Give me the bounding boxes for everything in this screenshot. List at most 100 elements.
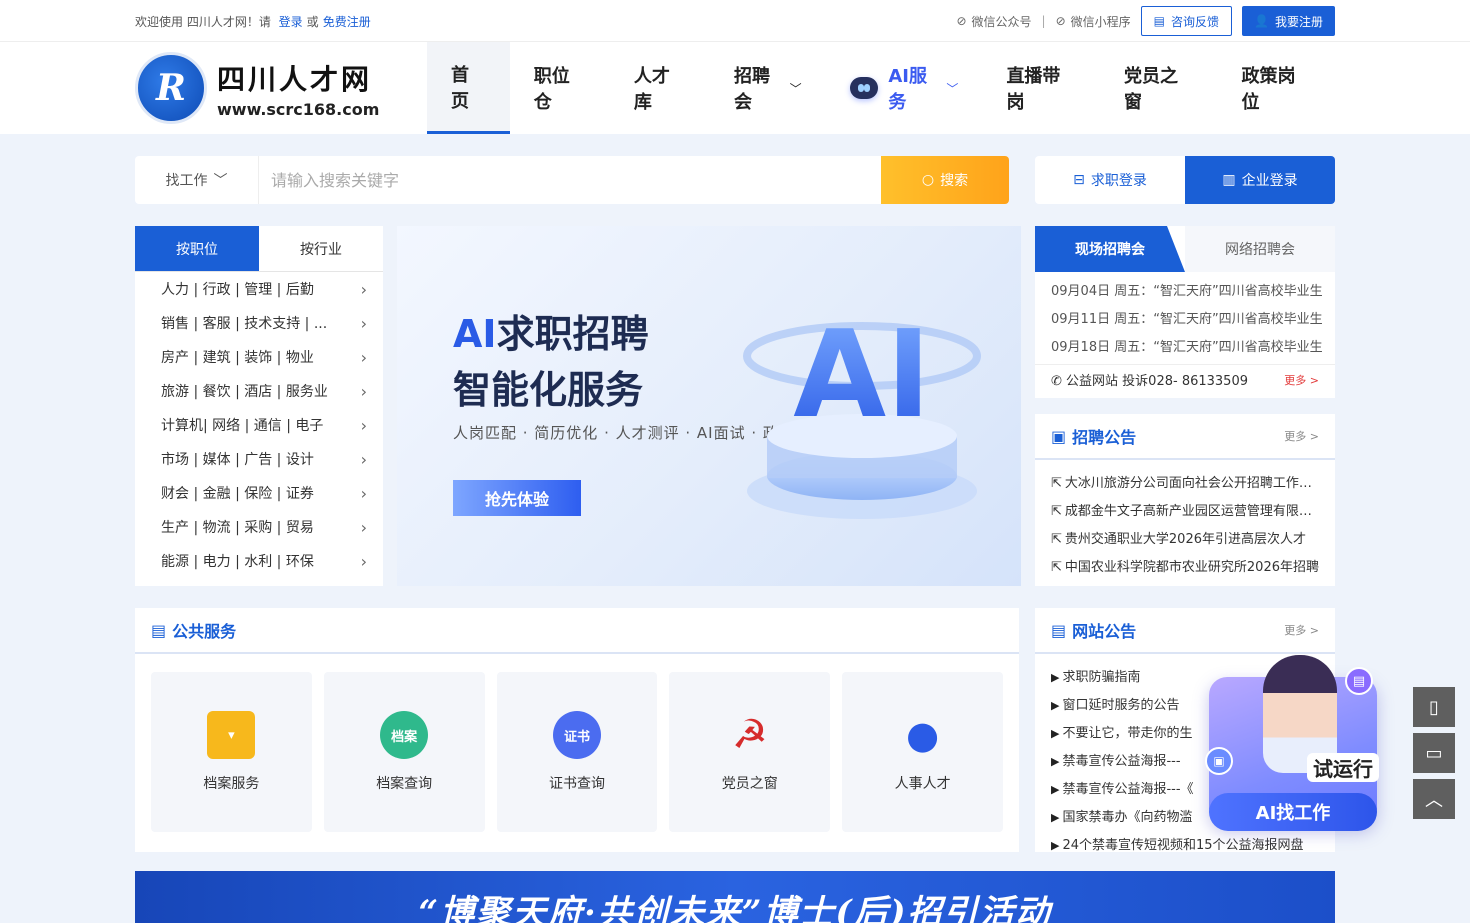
person-icon: ● [905, 713, 940, 757]
nav-live-jobs[interactable]: 直播带岗 [982, 42, 1100, 134]
nav-ai-service[interactable]: AI服务 ﹀ [826, 42, 983, 134]
site-more-link[interactable]: 更多 > [1284, 622, 1319, 638]
triangle-right-icon: ▶ [1051, 755, 1060, 768]
triangle-right-icon: ▶ [1051, 839, 1060, 852]
notice-item[interactable]: ⇱ 成都金牛文子高新产业园区运营管理有限公司 [1051, 498, 1319, 526]
service-personnel[interactable]: ● 人事人才 [842, 672, 1003, 832]
chevron-right-icon: › [360, 279, 367, 299]
notice-item[interactable]: ▶ 24个禁毒宣传短视频和15个公益海报网盘 [1051, 832, 1319, 860]
doctor-recruit-banner[interactable]: “博聚天府·共创未来”博士(后)招引活动 [135, 871, 1335, 923]
search-type-select[interactable]: 找工作 ﹀ [135, 156, 259, 204]
category-item[interactable]: 能源 | 电力 | 水利 | 环保 › [135, 544, 383, 578]
category-item[interactable]: 生产 | 物流 | 采购 | 贸易 › [135, 510, 383, 544]
category-item[interactable]: 旅游 | 餐饮 | 酒店 | 服务业 › [135, 374, 383, 408]
message-icon: ▤ [1153, 14, 1166, 28]
mini-program-icon: ⊘ [1055, 14, 1066, 28]
free-register-link[interactable]: 免费注册 [323, 15, 371, 29]
briefcase-icon: ▣ [1205, 747, 1233, 775]
category-item[interactable]: 销售 | 客服 | 技术支持 | ... › [135, 306, 383, 340]
archive-search-icon: 档案 [380, 711, 429, 759]
service-certificate-query[interactable]: 证书 证书查询 [496, 672, 658, 832]
notice-item[interactable]: ⇱ 贵州交通职业大学2026年引进高层次人才 [1051, 526, 1319, 554]
top-bar: 欢迎使用 四川人才网！请 登录或免费注册 ⊘ 微信公众号 | ⊘ 微信小程序 ▤ 咨询… [0, 0, 1470, 42]
nav-party-window[interactable]: 党员之窗 [1100, 42, 1218, 134]
tab-online-fair[interactable]: 网络招聘会 [1185, 226, 1335, 272]
ai-3d-graphic-icon: AI [743, 306, 981, 519]
login-box: ⊟ 求职登录 ▥ 企业登录 [1035, 156, 1335, 204]
building-icon: ▥ [1222, 172, 1236, 188]
service-archive-query[interactable]: 档案 档案查询 [323, 672, 485, 832]
category-item[interactable]: 财会 | 金融 | 保险 | 证券 › [135, 476, 383, 510]
try-now-button[interactable]: 抢先体验 [453, 480, 581, 516]
job-fair-panel: 现场招聘会 网络招聘会 09月04日 周五：“智汇天府”四川省高校毕业生 09月… [1035, 226, 1335, 398]
recruit-notice-panel: ▣ 招聘公告 更多 > ⇱ 大冰川旅游分公司面向社会公开招聘工作人员 ⇱ 成都金牛文子… [1035, 414, 1335, 586]
user-add-icon: 👤 [1254, 14, 1269, 28]
chevron-right-icon: › [360, 415, 367, 435]
fair-item[interactable]: 09月11日 周五：“智汇天府”四川省高校毕业生 [1051, 312, 1323, 327]
chevron-down-icon: ﹀ [213, 173, 228, 189]
category-item[interactable]: 计算机| 网络 | 通信 | 电子 › [135, 408, 383, 442]
nav-job-fair[interactable]: 招聘会 ﹀ [710, 42, 826, 134]
category-item[interactable]: 市场 | 媒体 | 广告 | 设计 › [135, 442, 383, 476]
chart-icon: ▣ [1051, 426, 1067, 446]
hero-banner[interactable]: AI求职招聘 智能化服务 人岗匹配 · 简历优化 · 人才测评 · AI面试 ·… [397, 226, 1021, 586]
nav-job-warehouse[interactable]: 职位仓 [510, 42, 610, 134]
service-archive[interactable]: ▾ 档案服务 [151, 672, 312, 832]
search-button[interactable]: ○ 搜索 [881, 156, 1009, 204]
nav-talent-pool[interactable]: 人才库 [610, 42, 710, 134]
corp-login-button[interactable]: ▥ 企业登录 [1185, 156, 1335, 204]
seeker-login-button[interactable]: ⊟ 求职登录 [1035, 156, 1185, 204]
tab-by-position[interactable]: 按职位 [135, 226, 259, 271]
service-party-window[interactable]: ☭ 党员之窗 [669, 672, 831, 832]
ai-robot-icon [849, 77, 879, 99]
document-icon: ▤ [151, 620, 167, 640]
hotline-text: ✆ 公益网站 投诉028- 86133509 [1051, 374, 1248, 389]
register-button[interactable]: 👤 我要注册 [1242, 6, 1335, 36]
triangle-right-icon: ▶ [1051, 811, 1060, 824]
fair-item[interactable]: 09月18日 周五：“智汇天府”四川省高校毕业生 [1051, 340, 1323, 355]
ai-graphic-text: AI [793, 306, 931, 445]
logo-url: www.scrc168.com [217, 99, 380, 119]
tab-by-industry[interactable]: 按行业 [259, 226, 383, 271]
chevron-right-icon: › [360, 449, 367, 469]
share-icon: ⇱ [1051, 504, 1062, 519]
chevron-down-icon: ﹀ [789, 81, 802, 96]
back-to-top-icon[interactable]: ︿ [1413, 779, 1455, 819]
chevron-right-icon: › [360, 381, 367, 401]
fair-more-link[interactable]: 更多 > [1284, 372, 1319, 388]
recruit-more-link[interactable]: 更多 > [1284, 428, 1319, 444]
chat-icon[interactable]: ▭ [1413, 733, 1455, 773]
ai-find-job-button[interactable]: AI找工作 [1209, 793, 1377, 831]
login-link[interactable]: 登录 [279, 15, 303, 29]
chevron-right-icon: › [360, 347, 367, 367]
site-logo[interactable]: R 四川人才网 www.scrc168.com [135, 52, 427, 124]
wechat-mini-link[interactable]: ⊘ 微信小程序 [1056, 13, 1131, 30]
notice-item[interactable]: ⇱ 中国农业科学院都市农业研究所2026年招聘 [1051, 554, 1319, 582]
notice-item[interactable]: ⇱ 大冰川旅游分公司面向社会公开招聘工作人员 [1051, 470, 1319, 498]
triangle-right-icon: ▶ [1051, 671, 1060, 684]
category-item[interactable]: 房产 | 建筑 | 装饰 | 物业 › [135, 340, 383, 374]
header: R 四川人才网 www.scrc168.com 首页 职位仓 人才库 招聘会 ﹀ … [0, 42, 1470, 134]
logo-mark-icon: R [135, 52, 207, 124]
search-icon: ○ [921, 172, 935, 188]
nav-home[interactable]: 首页 [427, 42, 510, 134]
triangle-right-icon: ▶ [1051, 783, 1060, 796]
category-item[interactable]: 人力 | 行政 | 管理 | 后勤 › [135, 272, 383, 306]
check-circle-icon: ⊘ [956, 14, 967, 28]
nav-policy-jobs[interactable]: 政策岗位 [1217, 42, 1335, 134]
folder-icon: ▾ [207, 711, 256, 759]
share-icon: ⇱ [1051, 532, 1062, 547]
ai-job-widget[interactable]: ▤ ▣ 试运行 AI找工作 [1205, 655, 1383, 835]
fair-item[interactable]: 09月04日 周五：“智汇天府”四川省高校毕业生 [1051, 284, 1323, 299]
feedback-button[interactable]: ▤ 咨询反馈 [1140, 6, 1233, 36]
clipboard-icon: ▤ [1345, 667, 1373, 695]
public-services-panel: ▤ 公共服务 ▾ 档案服务 档案 档案查询 证书 证书查询 ☭ 党员之窗 ● 人事… [135, 608, 1019, 852]
wechat-official-link[interactable]: ⊘ 微信公众号 [956, 13, 1031, 30]
mobile-icon[interactable]: ▯ [1413, 687, 1455, 727]
search-input[interactable] [259, 156, 881, 204]
triangle-right-icon: ▶ [1051, 699, 1060, 712]
search-row: 找工作﹀ ○搜索 ⊟求职登录 ▥企业登录 [135, 156, 1335, 204]
share-icon: ⇱ [1051, 476, 1062, 491]
tab-onsite-fair[interactable]: 现场招聘会 [1035, 226, 1185, 272]
trial-run-label: 试运行 [1307, 753, 1379, 782]
